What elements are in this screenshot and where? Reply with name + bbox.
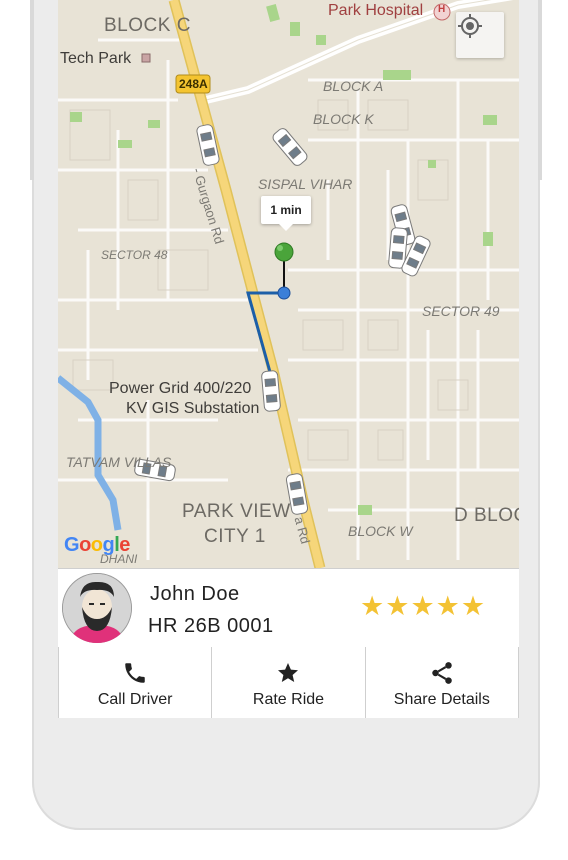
label-block-a: BLOCK A <box>323 78 384 94</box>
app-screen: BLOCK C Park Hospital H Tech Park 248A B… <box>58 0 519 718</box>
label-tatvam-villas: TATVAM VILLAS <box>66 454 172 470</box>
driver-avatar <box>62 573 132 643</box>
driver-info-panel: John Doe HR 26B 0001 ★ ★ ★ ★ ★ <box>58 568 519 648</box>
label-park-view-1: PARK VIEW <box>182 501 291 522</box>
label-sector-48: SECTOR 48 <box>101 248 168 262</box>
my-location-icon <box>458 14 482 38</box>
rating-star-icon: ★ <box>460 591 486 621</box>
label-power-grid-1: Power Grid 400/220 <box>109 380 252 397</box>
vehicle-plate: HR 26B 0001 <box>148 615 274 637</box>
label-power-grid-2: KV GIS Substation <box>126 400 260 417</box>
share-icon <box>429 659 455 687</box>
label-block-w: BLOCK W <box>348 523 413 539</box>
hospital-icon: H <box>438 4 446 15</box>
phone-side-right <box>538 0 542 180</box>
driver-name: John Doe <box>150 583 240 605</box>
rating-star-icon: ★ <box>410 591 435 621</box>
call-driver-button[interactable]: Call Driver <box>58 647 211 718</box>
map-view[interactable]: BLOCK C Park Hospital H Tech Park 248A B… <box>58 0 519 568</box>
label-sispal-vihar: SISPAL VIHAR <box>258 176 353 192</box>
share-details-label: Share Details <box>393 691 490 708</box>
my-location-button[interactable] <box>456 12 504 58</box>
call-driver-label: Call Driver <box>97 691 173 708</box>
star-icon <box>276 659 300 687</box>
label-block-k: BLOCK K <box>313 111 374 127</box>
map-roads <box>58 0 519 568</box>
bearded-man-avatar-icon <box>63 574 131 643</box>
label-block-c: BLOCK C <box>104 15 191 36</box>
rate-ride-button[interactable]: Rate Ride <box>211 647 364 718</box>
label-park-view-2: CITY 1 <box>204 526 266 547</box>
phone-side-left <box>30 0 34 180</box>
label-tech-park: Tech Park <box>60 50 132 67</box>
action-bar: Call Driver Rate Ride Share Details <box>58 647 519 718</box>
google-logo: Google <box>64 534 130 556</box>
share-details-button[interactable]: Share Details <box>364 647 519 718</box>
label-sector-49: SECTOR 49 <box>422 303 500 319</box>
route-badge-248a: 248A <box>179 77 208 91</box>
rate-ride-label: Rate Ride <box>252 691 325 708</box>
eta-bubble: 1 min <box>261 196 311 231</box>
label-d-block: D BLOC <box>454 505 519 526</box>
phone-icon <box>122 659 148 687</box>
label-park-hospital: Park Hospital <box>328 2 424 19</box>
rating-star-icon: ★ <box>385 591 410 621</box>
rating-star-icon: ★ <box>360 591 385 621</box>
driver-rating: ★ ★ ★ ★ ★ <box>360 591 485 621</box>
rating-star-icon: ★ <box>435 591 460 621</box>
